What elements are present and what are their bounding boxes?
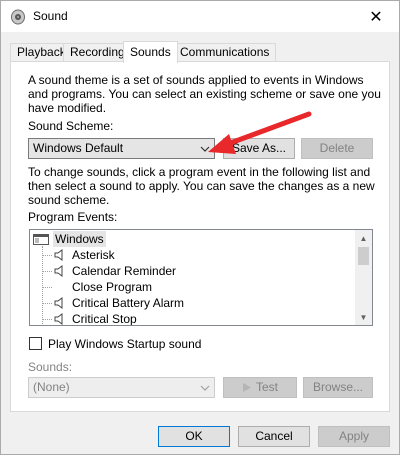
delete-button[interactable]: Delete [301, 138, 373, 159]
change-instructions-text: To change sounds, click a program event … [28, 165, 375, 207]
list-item[interactable]: Asterisk [30, 247, 356, 263]
scroll-down-icon[interactable]: ▼ [355, 309, 372, 325]
list-item[interactable]: Close Program [30, 279, 356, 295]
speaker-icon [54, 313, 63, 325]
list-item[interactable]: Windows [30, 231, 356, 247]
tab-communications[interactable]: Communications [173, 43, 277, 62]
sound-scheme-label: Sound Scheme: [28, 119, 114, 133]
title-bar: Sound ✕ [1, 1, 399, 32]
apply-button[interactable]: Apply [318, 426, 390, 447]
speaker-icon [54, 249, 63, 261]
sound-dialog: Sound ✕ Playback Recording Sounds Commun… [0, 0, 400, 455]
close-button[interactable]: ✕ [353, 1, 399, 32]
test-button[interactable]: Test [223, 377, 297, 398]
list-item[interactable]: Critical Battery Alarm [30, 295, 356, 311]
scroll-thumb[interactable] [358, 247, 369, 265]
ok-button[interactable]: OK [158, 426, 230, 447]
window-title: Sound [33, 9, 68, 23]
close-icon: ✕ [369, 8, 383, 26]
startup-sound-checkbox[interactable] [29, 337, 42, 350]
program-events-label: Program Events: [28, 210, 118, 224]
tab-sounds[interactable]: Sounds [123, 41, 178, 63]
scheme-value: Windows Default [33, 141, 124, 155]
intro-text: A sound theme is a set of sounds applied… [28, 73, 381, 115]
chevron-down-icon [196, 139, 214, 158]
sounds-dropdown[interactable]: (None) [28, 377, 215, 398]
sounds-label: Sounds: [28, 360, 73, 374]
list-item[interactable]: Calendar Reminder [30, 263, 356, 279]
speaker-icon [54, 265, 63, 277]
scroll-up-icon[interactable]: ▲ [355, 230, 372, 246]
events-scrollbar[interactable]: ▲ ▼ [355, 230, 372, 325]
sound-scheme-dropdown[interactable]: Windows Default [28, 138, 215, 159]
startup-sound-label: Play Windows Startup sound [48, 337, 202, 351]
window-group-icon [33, 234, 49, 245]
speaker-icon [54, 297, 63, 309]
chevron-down-icon [196, 378, 214, 397]
tab-recording[interactable]: Recording [63, 43, 132, 62]
list-item[interactable]: Critical Stop [30, 311, 356, 325]
play-icon [243, 383, 251, 392]
cancel-button[interactable]: Cancel [238, 426, 310, 447]
program-events-list[interactable]: Windows Asterisk Calendar Reminder Close… [29, 229, 373, 326]
speaker-app-icon [11, 9, 25, 25]
sounds-value: (None) [33, 380, 70, 394]
browse-button[interactable]: Browse... [303, 377, 373, 398]
save-as-button[interactable]: Save As... [223, 138, 295, 159]
